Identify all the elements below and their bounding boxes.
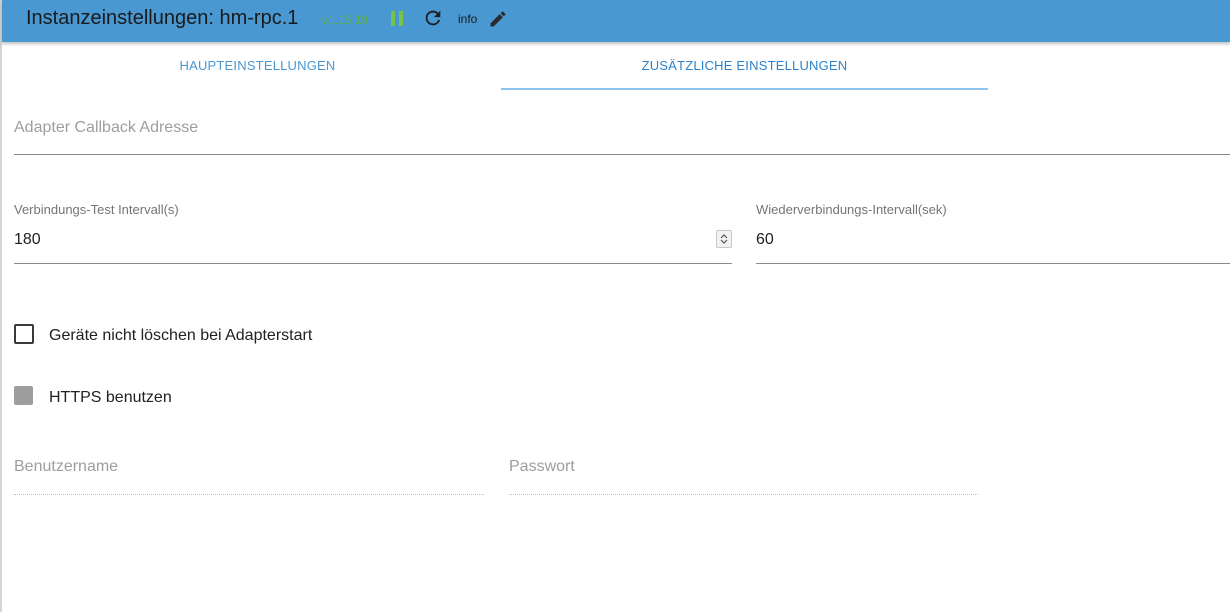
header-bar: Instanzeinstellungen: hm-rpc.1 v1.15.19 … — [2, 0, 1230, 42]
callback-address-placeholder: Adapter Callback Adresse — [14, 119, 199, 136]
page-title: Instanzeinstellungen: hm-rpc.1 — [26, 7, 299, 29]
username-underline — [14, 494, 484, 495]
tab-bar: HAUPTEINSTELLUNGEN ZUSÄTZLICHE EINSTELLU… — [14, 44, 1230, 90]
reconnect-interval-underline — [756, 263, 1230, 264]
reconnect-interval-value[interactable]: 60 — [756, 231, 774, 249]
reconnect-interval-label: Wiederverbindungs-Intervall(sek) — [756, 202, 947, 217]
info-link[interactable]: info — [458, 12, 477, 26]
use-https-checkbox-row[interactable]: HTTPS benutzen — [14, 383, 172, 407]
pencil-icon[interactable] — [488, 9, 508, 29]
version-label: v1.15.19 — [322, 13, 369, 27]
callback-address-input[interactable]: Adapter Callback Adresse — [14, 110, 1230, 155]
password-placeholder: Passwort — [509, 458, 575, 475]
connection-test-interval-underline — [14, 263, 732, 264]
left-border — [0, 0, 2, 612]
callback-address-underline — [14, 154, 1230, 155]
connection-test-interval-field[interactable]: Verbindungs-Test Intervall(s) 180 — [14, 200, 732, 264]
connection-test-interval-label: Verbindungs-Test Intervall(s) — [14, 202, 179, 217]
password-input[interactable]: Passwort — [509, 450, 978, 495]
no-delete-devices-label: Geräte nicht löschen bei Adapterstart — [49, 327, 313, 344]
reconnect-interval-field[interactable]: Wiederverbindungs-Intervall(sek) 60 — [756, 200, 1230, 264]
number-spinner-icon[interactable] — [716, 230, 732, 248]
username-placeholder: Benutzername — [14, 458, 119, 475]
active-tab-indicator — [501, 88, 988, 90]
no-delete-devices-checkbox[interactable] — [14, 324, 34, 344]
use-https-label: HTTPS benutzen — [49, 389, 172, 406]
use-https-checkbox[interactable] — [14, 385, 33, 405]
username-input[interactable]: Benutzername — [14, 450, 484, 495]
no-delete-devices-checkbox-row[interactable]: Geräte nicht löschen bei Adapterstart — [14, 322, 312, 346]
tab-additional-settings[interactable]: ZUSÄTZLICHE EINSTELLUNGEN — [501, 44, 988, 90]
password-underline — [509, 494, 978, 495]
connection-test-interval-value[interactable]: 180 — [14, 231, 41, 249]
tab-main-settings[interactable]: HAUPTEINSTELLUNGEN — [14, 44, 501, 90]
pause-icon[interactable] — [390, 11, 404, 26]
reload-icon[interactable] — [422, 7, 444, 29]
